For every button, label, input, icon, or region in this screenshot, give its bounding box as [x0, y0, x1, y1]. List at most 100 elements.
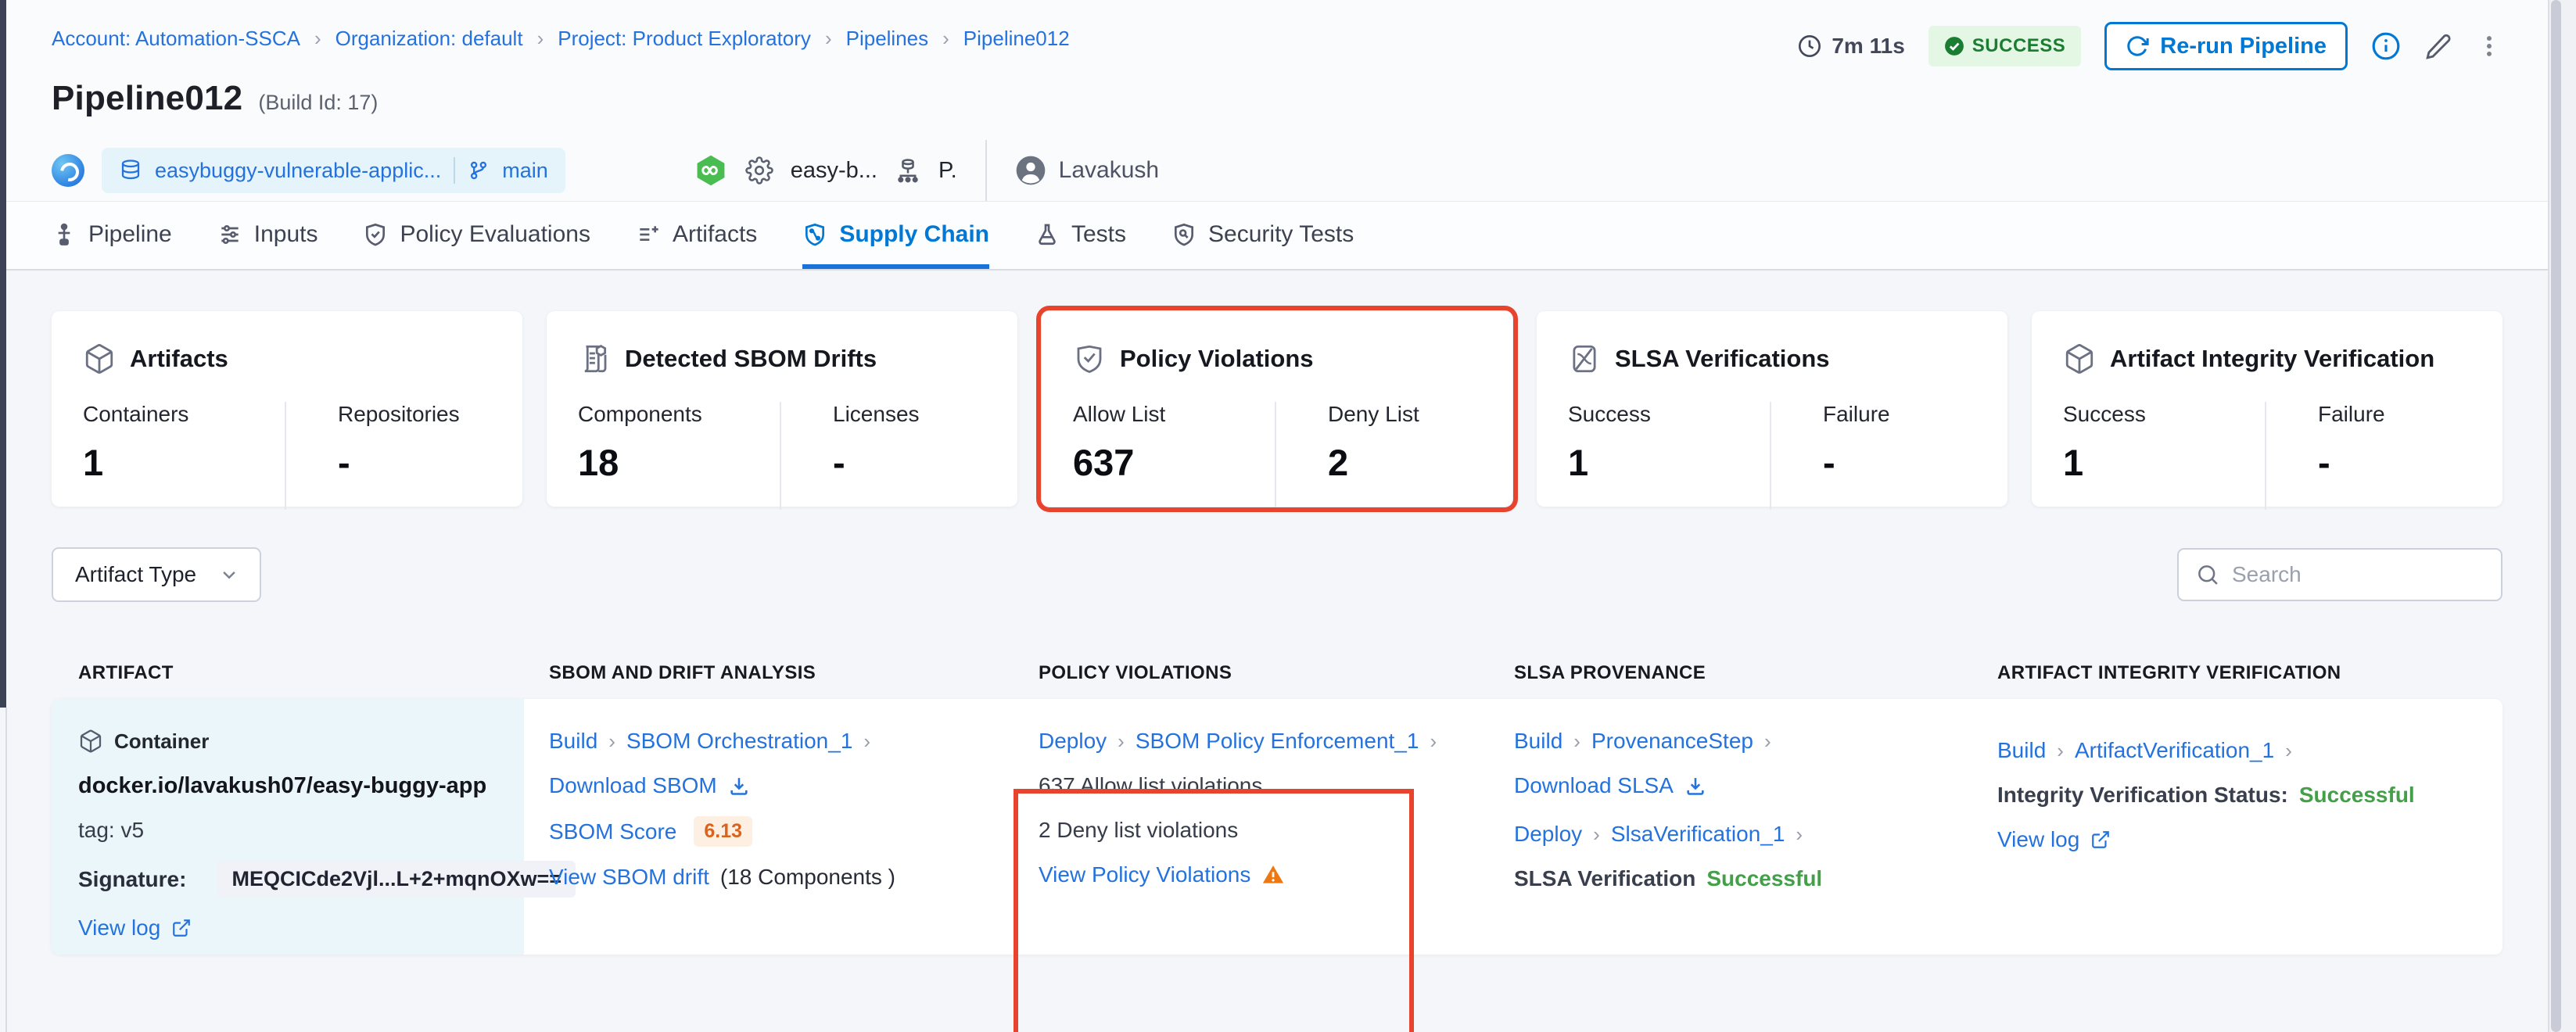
container-cube-icon [78, 729, 103, 754]
crumb-separator [1764, 729, 1771, 754]
tab-pipeline[interactable]: Pipeline [52, 202, 172, 269]
crumb-separator [1430, 729, 1437, 754]
trigger-short-label[interactable]: P. [938, 158, 957, 184]
pill-divider [454, 157, 455, 184]
col-slsa-provenance: SLSA PROVENANCE [1489, 662, 1972, 684]
user-avatar-icon [1015, 155, 1046, 186]
breadcrumb-project[interactable]: Project: Product Exploratory [558, 27, 811, 51]
stage-link[interactable]: Deploy [1514, 822, 1582, 847]
tab-supply-chain[interactable]: Supply Chain [802, 202, 989, 269]
artifact-type-select[interactable]: Artifact Type [52, 547, 261, 602]
step-link[interactable]: SBOM Policy Enforcement_1 [1136, 729, 1419, 754]
trigger-pipeline-name[interactable]: easy-b... [791, 158, 877, 184]
metric-integrity-success: Success 1 [2063, 402, 2265, 510]
branch-name[interactable]: main [502, 159, 548, 183]
search-box[interactable] [2177, 548, 2502, 601]
vertical-scrollbar[interactable] [2548, 0, 2576, 1032]
gear-icon [745, 156, 773, 185]
slsa-verification-status: Successful [1706, 866, 1822, 891]
card-title: SLSA Verifications [1615, 345, 1830, 373]
card-title: Artifact Integrity Verification [2110, 345, 2434, 373]
ci-module-icon [52, 154, 84, 187]
step-link[interactable]: SBOM Orchestration_1 [626, 729, 852, 754]
collapsed-sidebar-edge [0, 0, 6, 708]
policy-violations-cell: Deploy SBOM Policy Enforcement_1 637 All… [1014, 699, 1489, 955]
repo-branch-pill[interactable]: easybuggy-vulnerable-applic... main [102, 148, 565, 193]
download-icon[interactable] [1684, 775, 1706, 797]
stage-link[interactable]: Build [1997, 738, 2046, 763]
external-link-icon[interactable] [2090, 830, 2111, 850]
card-sbom-drifts: Detected SBOM Drifts Components 18 Licen… [547, 311, 1017, 507]
crumb-separator [2057, 739, 2064, 763]
kebab-menu-icon[interactable] [2476, 33, 2502, 59]
slsa-badge-icon [1568, 342, 1601, 375]
tab-artifacts[interactable]: Artifacts [636, 202, 757, 269]
view-log-link[interactable]: View log [1997, 827, 2079, 852]
artifact-cell: Container docker.io/lavakush07/easy-bugg… [52, 699, 524, 955]
metric-slsa-success: Success 1 [1568, 402, 1770, 510]
breadcrumb-separator [825, 27, 832, 51]
search-icon [2196, 563, 2219, 586]
metric-licenses: Licenses - [781, 402, 920, 510]
breadcrumb-separator [942, 27, 949, 51]
step-link[interactable]: ProvenanceStep [1591, 729, 1753, 754]
execution-tabs: Pipeline Inputs Policy Evaluations Artif… [0, 202, 2576, 271]
breadcrumb-pipeline012[interactable]: Pipeline012 [963, 27, 1070, 51]
breadcrumb-pipelines[interactable]: Pipelines [846, 27, 929, 51]
external-link-icon[interactable] [171, 918, 192, 938]
crumb-separator [1593, 822, 1600, 847]
repo-name[interactable]: easybuggy-vulnerable-applic... [155, 159, 441, 183]
download-sbom-link[interactable]: Download SBOM [549, 773, 717, 798]
stage-link[interactable]: Build [1514, 729, 1562, 754]
sbom-score-link[interactable]: SBOM Score [549, 819, 676, 844]
cube-icon [83, 342, 116, 375]
warning-triangle-icon [1261, 863, 1285, 887]
tab-inputs[interactable]: Inputs [217, 202, 318, 269]
step-link[interactable]: ArtifactVerification_1 [2075, 738, 2274, 763]
integrity-status-value: Successful [2299, 783, 2415, 808]
stage-link[interactable]: Deploy [1039, 729, 1107, 754]
stage-link[interactable]: Build [549, 729, 597, 754]
download-slsa-link[interactable]: Download SLSA [1514, 773, 1674, 798]
repository-icon [119, 159, 142, 182]
view-sbom-drift-link[interactable]: View SBOM drift [549, 865, 709, 890]
sidebar-edge-line [5, 708, 7, 1032]
rerun-icon [2126, 34, 2149, 58]
step-link[interactable]: SlsaVerification_1 [1611, 822, 1785, 847]
shield-check-icon [1073, 342, 1106, 375]
cube-icon [2063, 342, 2096, 375]
breadcrumb-organization[interactable]: Organization: default [335, 27, 523, 51]
col-policy-violations: POLICY VIOLATIONS [1014, 662, 1489, 684]
breadcrumb-separator [537, 27, 544, 51]
scrollbar-thumb[interactable] [2551, 0, 2561, 1032]
triggered-by-user: Lavakush [1015, 155, 1159, 186]
page-title: Pipeline012 [52, 79, 242, 118]
table-header: ARTIFACT SBOM AND DRIFT ANALYSIS POLICY … [52, 647, 2502, 699]
view-policy-violations-link[interactable]: View Policy Violations [1039, 862, 1250, 887]
build-id-label: (Build Id: 17) [258, 91, 378, 115]
breadcrumb-separator [314, 27, 321, 51]
shield-search-icon [1171, 222, 1197, 247]
metric-components: Components 18 [578, 402, 780, 510]
download-icon[interactable] [728, 775, 750, 797]
deny-list-violations: 2 Deny list violations [1039, 818, 1238, 843]
metric-deny-list: Deny List 2 [1276, 402, 1419, 510]
edit-pencil-icon[interactable] [2424, 32, 2452, 60]
supply-chain-page: Account: Automation-SSCA Organization: d… [0, 0, 2576, 1032]
rerun-pipeline-button[interactable]: Re-run Pipeline [2104, 22, 2348, 70]
gitops-hexagon-icon [694, 153, 728, 188]
search-input[interactable] [2232, 562, 2484, 587]
info-icon[interactable] [2371, 31, 2401, 61]
flask-icon [1035, 222, 1060, 247]
breadcrumb-account[interactable]: Account: Automation-SSCA [52, 27, 300, 51]
metric-containers: Containers 1 [83, 402, 285, 510]
tab-security-tests[interactable]: Security Tests [1171, 202, 1354, 269]
chevron-down-icon [217, 563, 241, 586]
signature-value[interactable]: MEQCICde2Vjl...L+2+mqnOXw== [217, 861, 576, 898]
tab-policy-evaluations[interactable]: Policy Evaluations [363, 202, 590, 269]
card-artifacts: Artifacts Containers 1 Repositories - [52, 311, 522, 507]
view-log-link[interactable]: View log [78, 916, 160, 941]
tab-tests[interactable]: Tests [1035, 202, 1126, 269]
metric-integrity-failure: Failure - [2266, 402, 2385, 510]
card-slsa-verifications: SLSA Verifications Success 1 Failure - [1537, 311, 2007, 507]
